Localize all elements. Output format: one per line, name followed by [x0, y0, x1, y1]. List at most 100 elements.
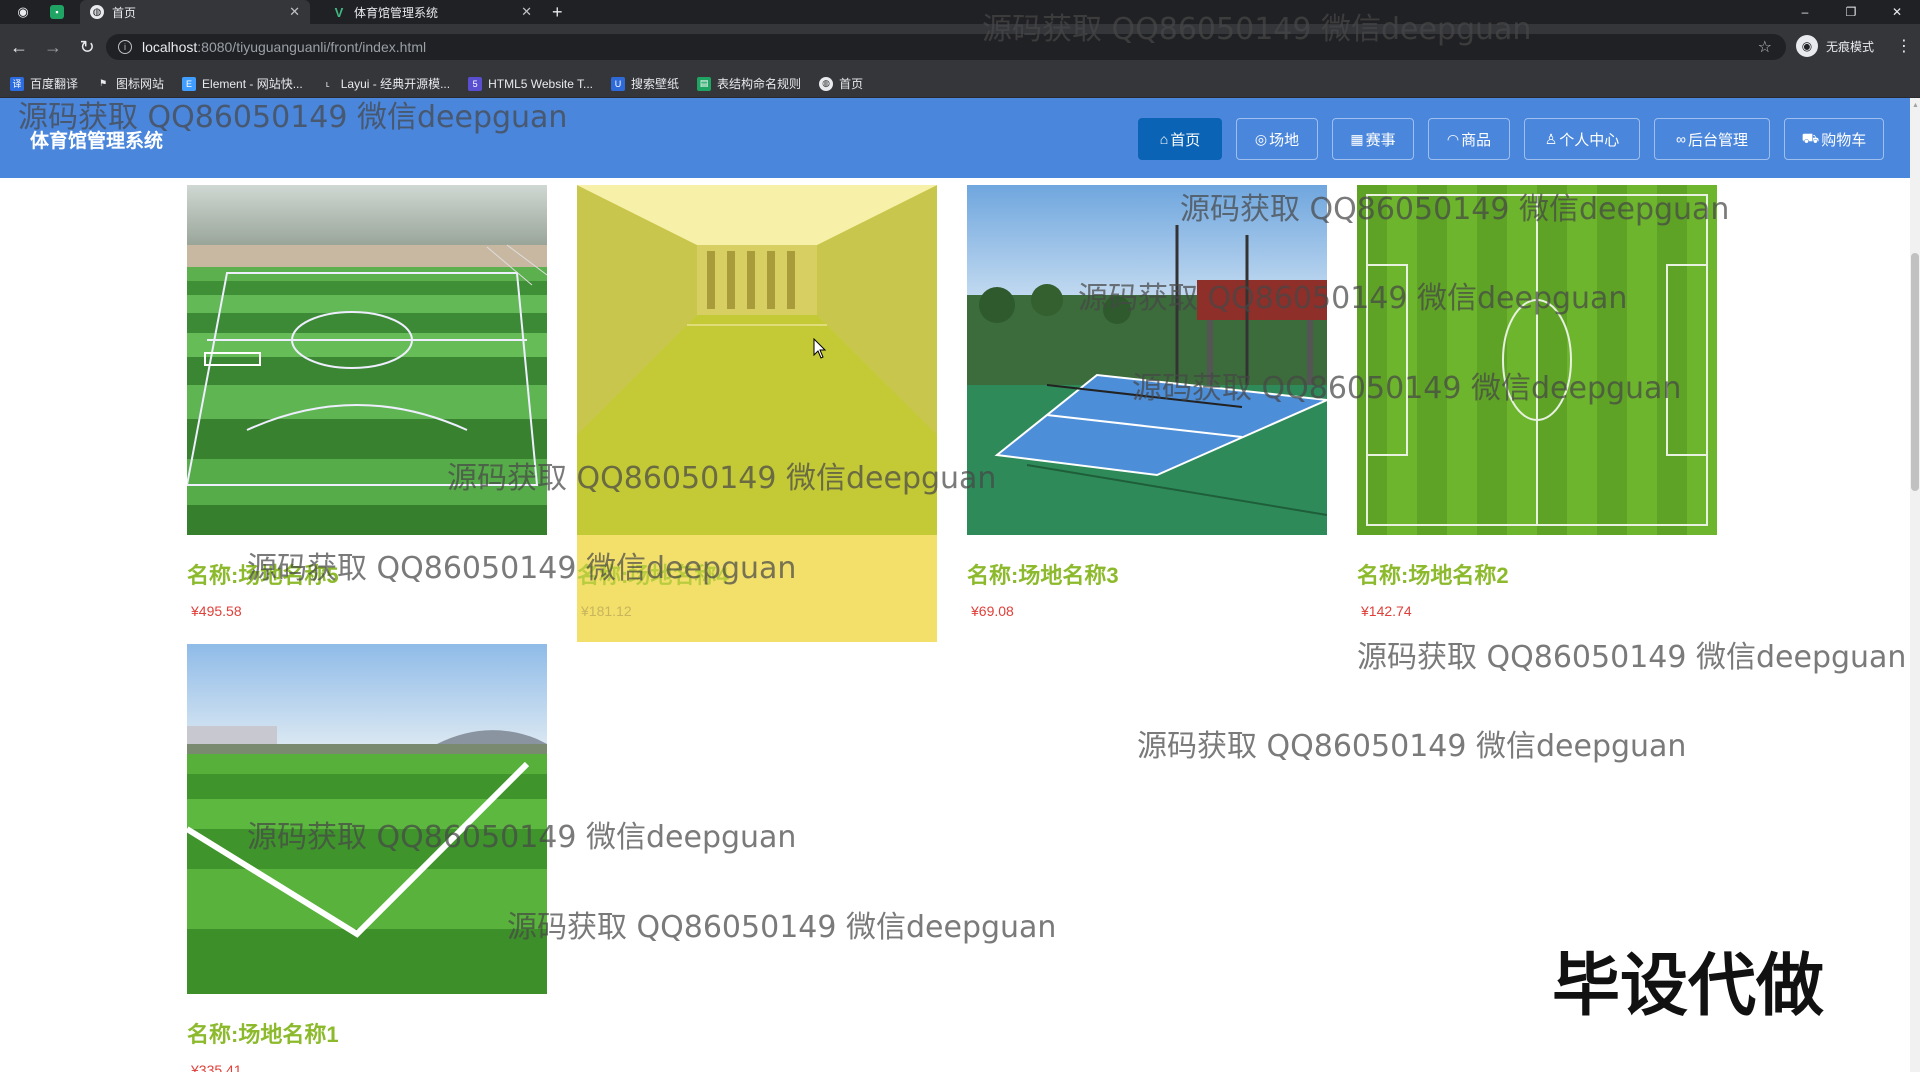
bookmark-item[interactable]: 5 HTML5 Website T...	[468, 76, 594, 91]
reload-icon[interactable]: ↻	[72, 37, 102, 58]
nav-shop[interactable]: ◠ 商品	[1428, 118, 1510, 160]
venue-price: ¥181.12	[581, 603, 632, 619]
venue-name[interactable]: 名称:场地名称2	[1357, 558, 1509, 590]
nav-label: 后台管理	[1687, 131, 1748, 149]
close-icon[interactable]: ✕	[521, 4, 532, 20]
incognito-icon: ◉	[1796, 35, 1818, 57]
home-icon: ⌂	[1159, 131, 1169, 147]
bookmark-label: HTML5 Website T...	[488, 76, 594, 91]
nav-venue[interactable]: ◎ 场地	[1236, 118, 1318, 160]
mouse-cursor-icon	[813, 338, 827, 359]
venue-card[interactable]: 名称:场地名称5 ¥495.58	[187, 185, 547, 625]
star-icon[interactable]: ☆	[1758, 37, 1772, 57]
nav-label: 首页	[1170, 131, 1201, 149]
html5-icon: 5	[468, 76, 483, 91]
forward-icon[interactable]: →	[38, 37, 68, 58]
nav-home[interactable]: ⌂ 首页	[1138, 118, 1222, 160]
globe-icon: ◍	[819, 76, 834, 91]
bookmark-label: 图标网站	[116, 77, 165, 91]
bookmark-item[interactable]: ▤ 表结构命名规则	[697, 75, 801, 92]
venue-name[interactable]: 名称:场地名称3	[967, 558, 1119, 590]
element-icon: E	[182, 76, 197, 91]
calendar-icon: ▦	[1350, 130, 1364, 147]
back-icon[interactable]: ←	[4, 37, 34, 58]
flag-icon: ⚑	[98, 78, 108, 88]
bookmark-item[interactable]: ʟ Layui - 经典开源模...	[321, 75, 450, 92]
address-bar[interactable]: i localhost:8080/tiyuguanguanli/front/in…	[106, 34, 1786, 60]
restore-button[interactable]: ❐	[1828, 0, 1874, 24]
venue-image[interactable]	[967, 185, 1327, 535]
nav-label: 购物车	[1821, 131, 1867, 149]
bookmark-label: Element - 网站快...	[202, 77, 303, 91]
nav-label: 个人中心	[1559, 131, 1620, 149]
bookmark-item[interactable]: U 搜索壁纸	[611, 75, 679, 92]
scroll-up-icon[interactable]: ▲	[1912, 102, 1919, 109]
nav-label: 商品	[1461, 131, 1492, 149]
url-path: :8080/tiyuguanguanli/front/index.html	[197, 39, 427, 55]
sheet-icon: ▤	[697, 76, 712, 91]
bookmarks-bar: 译百度翻译 ⚑ 图标网站 E Element - 网站快... ʟ Layui - 经…	[0, 70, 1920, 98]
bookmark-item[interactable]: E Element - 网站快...	[182, 75, 303, 92]
user-icon: ♙	[1544, 130, 1558, 147]
globe-icon: ◍	[90, 5, 104, 19]
main-nav: ⌂ 首页 ◎ 场地 ▦ 赛事 ◠ 商品 ♙ 个人中心 ∞ 后台管理 ⛟ 购物车	[1138, 118, 1898, 160]
app-icon[interactable]: ▪	[50, 5, 64, 19]
nav-label: 赛事	[1365, 131, 1396, 149]
url-host: localhost	[142, 39, 198, 55]
venue-card[interactable]: 名称:场地名称2 ¥142.74	[1357, 185, 1717, 625]
close-icon[interactable]: ✕	[289, 4, 300, 20]
bookmark-label: 表结构命名规则	[717, 77, 802, 91]
site-title: 体育馆管理系统	[30, 131, 164, 152]
close-window-button[interactable]: ✕	[1874, 0, 1920, 24]
scrollbar-thumb[interactable]	[1911, 253, 1919, 491]
shop-icon: ◠	[1446, 130, 1460, 147]
venue-card[interactable]: 名称:场地名称3 ¥69.08	[967, 185, 1327, 625]
nav-label: 场地	[1269, 131, 1300, 149]
venue-name[interactable]: 名称:场地名称1	[187, 1017, 339, 1049]
venue-image[interactable]	[577, 185, 937, 535]
venue-card[interactable]: 名称:场地名称4 ¥181.12	[577, 185, 937, 625]
bookmark-item[interactable]: ◍ 首页	[819, 75, 863, 92]
incognito-indicator[interactable]: ◉ 无痕模式	[1796, 35, 1874, 57]
bookmark-label: 百度翻译	[30, 77, 79, 91]
bookmark-label: Layui - 经典开源模...	[340, 77, 451, 91]
site-header: 体育馆管理系统 ⌂ 首页 ◎ 场地 ▦ 赛事 ◠ 商品 ♙ 个人中心 ∞ 后台管理 ⛟ 购物车	[0, 98, 1910, 178]
incognito-label: 无痕模式	[1826, 39, 1875, 54]
tab-home[interactable]: ◍ 首页 ✕	[80, 0, 310, 24]
venue-name[interactable]: 名称:场地名称5	[187, 558, 339, 590]
venue-name[interactable]: 名称:场地名称4	[577, 558, 729, 590]
minimize-button[interactable]: –	[1782, 0, 1828, 24]
page-scrollbar[interactable]: ▲	[1910, 98, 1920, 1072]
nav-events[interactable]: ▦ 赛事	[1332, 118, 1414, 160]
nav-admin[interactable]: ∞ 后台管理	[1654, 118, 1770, 160]
bookmark-label: 搜索壁纸	[631, 77, 680, 91]
translate-icon: 译	[10, 76, 24, 91]
layui-icon: ʟ	[325, 78, 330, 89]
nav-cart[interactable]: ⛟ 购物车	[1784, 118, 1884, 160]
new-tab-button[interactable]: +	[552, 2, 563, 23]
info-icon[interactable]: i	[118, 40, 132, 54]
tab-sports-system[interactable]: V 体育馆管理系统 ✕	[322, 0, 542, 24]
cart-icon: ⛟	[1801, 129, 1820, 146]
screen: ◉ ▪ ◍ 首页 ✕ V 体育馆管理系统 ✕ + – ❐ ✕ ← → ↻ i l…	[0, 0, 1920, 1072]
venue-card[interactable]: 名称:场地名称1 ¥335.41	[187, 644, 547, 1072]
venue-price: ¥495.58	[191, 603, 242, 619]
venue-image[interactable]	[187, 185, 547, 535]
window-controls: – ❐ ✕	[1782, 0, 1920, 24]
bookmark-item[interactable]: 译百度翻译	[10, 75, 78, 92]
bookmark-item[interactable]: ⚑ 图标网站	[96, 75, 164, 92]
venue-image[interactable]	[187, 644, 547, 994]
browser-menu-icon[interactable]: ◉	[14, 3, 32, 21]
tab-label: 体育馆管理系统	[354, 5, 439, 20]
bookmark-label: 首页	[839, 77, 864, 91]
venue-price: ¥69.08	[971, 603, 1014, 619]
venue-price: ¥142.74	[1361, 603, 1412, 619]
wallpaper-icon: U	[611, 76, 626, 91]
nav-profile[interactable]: ♙ 个人中心	[1524, 118, 1640, 160]
venue-price: ¥335.41	[191, 1062, 242, 1072]
venue-image[interactable]	[1357, 185, 1717, 535]
more-menu-icon[interactable]: ⋮	[1896, 36, 1912, 56]
browser-tabbar: ◉ ▪ ◍ 首页 ✕ V 体育馆管理系统 ✕ + – ❐ ✕	[0, 0, 1920, 24]
web-page: 体育馆管理系统 ⌂ 首页 ◎ 场地 ▦ 赛事 ◠ 商品 ♙ 个人中心 ∞ 后台管理 ⛟ 购物车	[0, 98, 1920, 1072]
vue-icon: V	[334, 4, 344, 20]
